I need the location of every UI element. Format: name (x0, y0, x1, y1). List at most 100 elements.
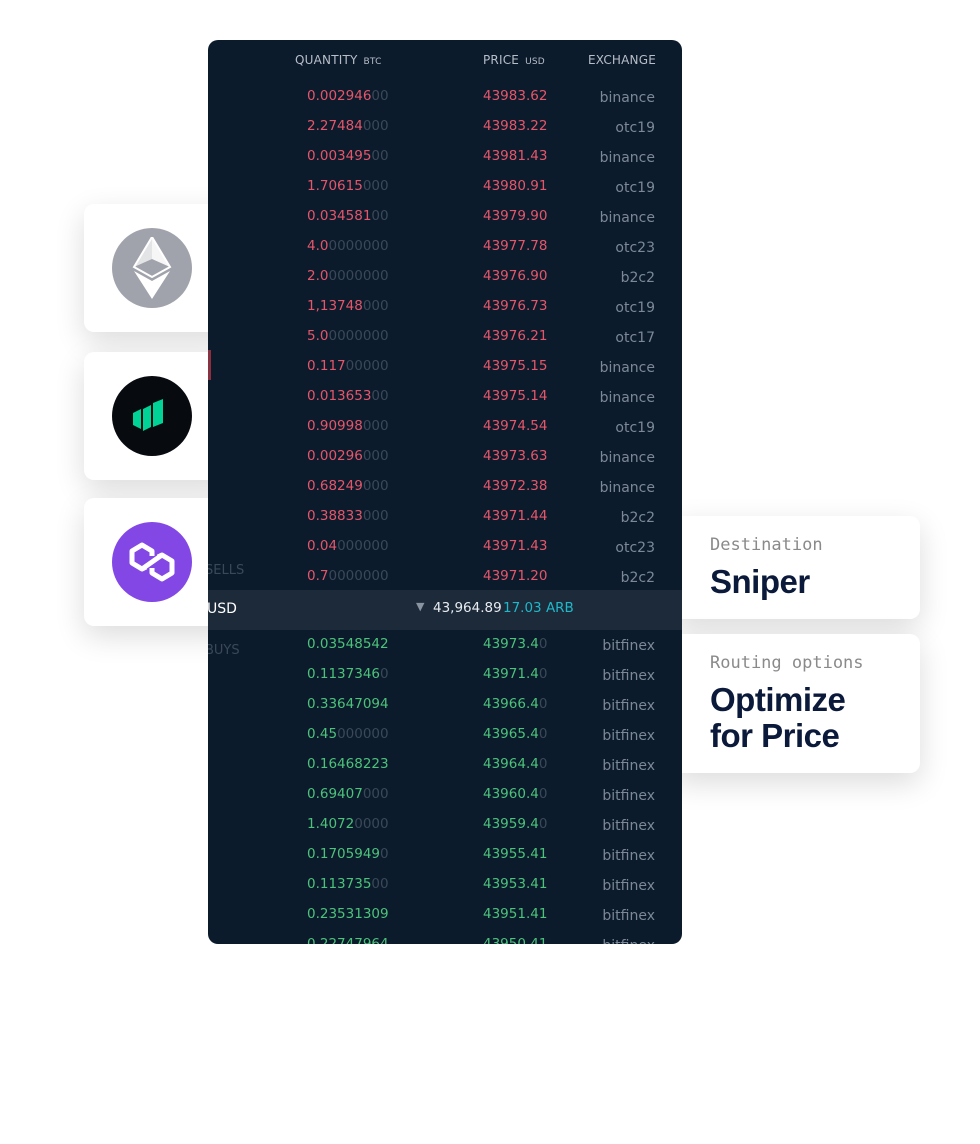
routing-value-line2: for Price (710, 717, 840, 754)
price-cell: 43953.41 (483, 876, 547, 892)
quantity-header[interactable]: QUANTITY BTC (295, 53, 382, 67)
quantity-value: 0.23531309 (307, 906, 389, 922)
buy-order-row[interactable]: 0.16468223 43964.40 bitfinex (208, 752, 682, 782)
exchange-cell: binance (599, 210, 655, 226)
price-value: 43973.63 (483, 448, 548, 464)
buy-order-row[interactable]: 0.33647094 43966.40 bitfinex (208, 692, 682, 722)
sell-order-row[interactable]: 0.68249000 43972.38 binance (208, 474, 682, 504)
sell-order-row[interactable]: 2.27484000 43983.22 otc19 (208, 114, 682, 144)
price-cell: 43974.54 (483, 418, 547, 434)
quantity-cell: 0.69407000 (307, 786, 389, 802)
sell-order-row[interactable]: 0.00349500 43981.43 binance (208, 144, 682, 174)
exchange-cell: otc23 (615, 240, 655, 256)
quantity-cell: 5.00000000 (307, 328, 389, 344)
price-value: 43974.54 (483, 418, 548, 434)
price-cell: 43971.40 (483, 666, 547, 682)
exchange-cell: otc23 (615, 540, 655, 556)
buy-order-row[interactable]: 0.69407000 43960.40 bitfinex (208, 782, 682, 812)
price-value: 43980.91 (483, 178, 548, 194)
price-cell: 43971.20 (483, 568, 547, 584)
quantity-padding: 000 (362, 448, 389, 464)
quantity-value: 0.68249 (307, 478, 363, 494)
exchange-cell: bitfinex (602, 878, 655, 894)
price-padding: 0 (538, 696, 548, 712)
quantity-value: 0.1137346 (307, 666, 381, 682)
price-cell: 43966.40 (483, 696, 547, 712)
price-value: 43955.41 (483, 846, 548, 862)
price-cell: 43976.73 (483, 298, 547, 314)
buy-order-row[interactable]: 0.03548542 43973.40 bitfinex (208, 632, 682, 662)
quantity-padding: 0000000 (328, 328, 389, 344)
buy-order-row[interactable]: 0.45000000 43965.40 bitfinex (208, 722, 682, 752)
exchange-cell: bitfinex (602, 788, 655, 804)
buy-order-row[interactable]: 0.17059490 43955.41 bitfinex (208, 842, 682, 872)
quantity-padding: 0 (380, 666, 389, 682)
exchange-cell: binance (599, 390, 655, 406)
sell-order-row[interactable]: 0.04000000 43971.43 otc23 (208, 534, 682, 564)
price-header[interactable]: PRICE USD (483, 53, 545, 67)
exchange-cell: otc19 (615, 120, 655, 136)
quantity-padding: 0000 (354, 816, 389, 832)
price-value: 43971.20 (483, 568, 548, 584)
quantity-value: 5.0 (307, 328, 329, 344)
buy-order-row[interactable]: 0.11373460 43971.40 bitfinex (208, 662, 682, 692)
buys-label: BUYS (208, 643, 240, 658)
exchange-cell: bitfinex (602, 698, 655, 714)
price-value: 43976.21 (483, 328, 548, 344)
sell-order-row[interactable]: 0.00296000 43973.63 binance (208, 444, 682, 474)
price-cell: 43971.43 (483, 538, 547, 554)
quantity-cell: 0.03458100 (307, 208, 389, 224)
exchange-cell: otc19 (615, 180, 655, 196)
exchange-cell: bitfinex (602, 818, 655, 834)
price-padding: 0 (538, 756, 548, 772)
buy-order-row[interactable]: 1.40720000 43959.40 bitfinex (208, 812, 682, 842)
compound-icon (112, 376, 192, 456)
sell-order-row[interactable]: 0.03458100 43979.90 binance (208, 204, 682, 234)
buy-order-row[interactable]: 0.23531309 43951.41 bitfinex (208, 902, 682, 932)
sell-order-row[interactable]: 0.90998000 43974.54 otc19 (208, 414, 682, 444)
quantity-padding: 000 (362, 178, 389, 194)
price-value: 43983.22 (483, 118, 548, 134)
exchange-cell: binance (599, 450, 655, 466)
arb-value: 17.03 ARB (503, 600, 574, 616)
sell-order-row[interactable]: 2.00000000 43976.90 b2c2 (208, 264, 682, 294)
price-value: 43971.43 (483, 538, 548, 554)
destination-card[interactable]: Destination Sniper (672, 516, 920, 619)
sell-order-row[interactable]: 0.11700000 43975.15 binance (208, 354, 682, 384)
sell-order-row[interactable]: 0.38833000 43971.44 b2c2 (208, 504, 682, 534)
exchange-cell: b2c2 (620, 570, 655, 586)
sell-order-row[interactable]: 1,13748000 43976.73 otc19 (208, 294, 682, 324)
quantity-cell: 0.16468223 (307, 756, 389, 772)
exchange-cell: binance (599, 150, 655, 166)
price-value: 43973.4 (483, 636, 539, 652)
price-cell: 43975.14 (483, 388, 547, 404)
sell-order-row[interactable]: 1.70615000 43980.91 otc19 (208, 174, 682, 204)
quantity-value: 0.45 (307, 726, 338, 742)
price-cell: 43976.90 (483, 268, 547, 284)
sell-order-row[interactable]: 0.00294600 43983.62 binance (208, 84, 682, 114)
polygon-icon (112, 522, 192, 602)
price-value: 43975.14 (483, 388, 548, 404)
sells-label: SELLS (208, 563, 245, 578)
price-cell: 43973.40 (483, 636, 547, 652)
quantity-cell: 0.68249000 (307, 478, 389, 494)
quantity-value: 0.002946 (307, 88, 372, 104)
quantity-padding: 0 (380, 846, 389, 862)
price-cell: 43973.63 (483, 448, 547, 464)
sell-order-row[interactable]: 0.01365300 43975.14 binance (208, 384, 682, 414)
buy-order-row[interactable]: 0.22747964 43950.41 bitfinex (208, 932, 682, 944)
price-cell: 43979.90 (483, 208, 547, 224)
buy-order-row[interactable]: 0.11373500 43953.41 bitfinex (208, 872, 682, 902)
exchange-header[interactable]: EXCHANGE (588, 53, 656, 67)
quantity-cell: 1.40720000 (307, 816, 389, 832)
quantity-header-label: QUANTITY (295, 53, 358, 67)
price-cell: 43983.62 (483, 88, 547, 104)
sell-order-row[interactable]: 4.00000000 43977.78 otc23 (208, 234, 682, 264)
exchange-cell: bitfinex (602, 668, 655, 684)
exchange-cell: bitfinex (602, 758, 655, 774)
price-cell: 43981.43 (483, 148, 547, 164)
sell-order-row[interactable]: 5.00000000 43976.21 otc17 (208, 324, 682, 354)
price-value: 43951.41 (483, 906, 548, 922)
routing-card[interactable]: Routing options Optimize for Price (672, 634, 920, 773)
exchange-cell: bitfinex (602, 938, 655, 944)
